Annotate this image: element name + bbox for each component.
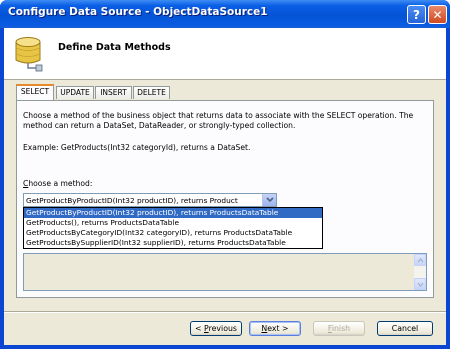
previous-button-label: revious [208, 324, 237, 333]
previous-button-prefix: < [195, 324, 205, 333]
vertical-scrollbar[interactable] [414, 254, 426, 290]
dialog-window: Configure Data Source - ObjectDataSource… [0, 0, 450, 349]
method-description: Choose a method of the business object t… [23, 111, 414, 130]
footer-separator [4, 311, 446, 313]
finish-button-label: inish [331, 324, 351, 333]
tab-insert[interactable]: INSERT [95, 86, 132, 99]
page-title: Define Data Methods [58, 42, 171, 53]
close-button[interactable]: ✕ [428, 5, 447, 24]
title-bar[interactable]: Configure Data Source - ObjectDataSource… [0, 0, 450, 28]
scroll-down-button[interactable] [414, 278, 426, 290]
choose-method-label: Choose a method: [23, 179, 92, 188]
chevron-down-icon [417, 282, 423, 287]
tab-delete[interactable]: DELETE [133, 86, 170, 99]
scroll-up-button[interactable] [414, 254, 426, 266]
next-button[interactable]: Next > [249, 321, 301, 336]
method-combobox[interactable]: GetProductByProductID(Int32 productID), … [23, 193, 277, 207]
cancel-button[interactable]: Cancel [377, 321, 433, 336]
chevron-up-icon [417, 257, 423, 262]
chevron-down-icon [265, 197, 274, 203]
combobox-value: GetProductByProductID(Int32 productID), … [26, 196, 238, 205]
dropdown-option[interactable]: GetProductByProductID(Int32 productID), … [24, 208, 322, 218]
dialog-client-area: Define Data Methods SELECT UPDATE INSERT… [4, 28, 446, 345]
dropdown-option[interactable]: GetProducts(), returns ProductsDataTable [24, 218, 322, 228]
combobox-dropdown-button[interactable] [262, 194, 276, 206]
finish-button[interactable]: Finish [313, 321, 365, 336]
previous-button[interactable]: < Previous [190, 321, 242, 336]
dropdown-option[interactable]: GetProductsBySupplierID(Int32 supplierID… [24, 238, 322, 248]
method-example: Example: GetProducts(Int32 categoryId), … [23, 143, 251, 152]
help-button[interactable]: ? [407, 5, 426, 24]
next-button-label: ext > [267, 324, 289, 333]
wizard-header: Define Data Methods [4, 28, 446, 80]
method-signature-box [23, 253, 427, 291]
tab-select[interactable]: SELECT [16, 84, 54, 100]
window-title: Configure Data Source - ObjectDataSource… [8, 6, 268, 18]
method-dropdown-list: GetProductByProductID(Int32 productID), … [23, 207, 323, 249]
choose-method-label-text: hoose a method: [28, 179, 93, 188]
select-tab-panel: Choose a method of the business object t… [16, 100, 434, 298]
database-icon [15, 37, 43, 72]
tab-update[interactable]: UPDATE [56, 86, 94, 99]
dropdown-option[interactable]: GetProductsByCategoryID(Int32 categoryID… [24, 228, 322, 238]
